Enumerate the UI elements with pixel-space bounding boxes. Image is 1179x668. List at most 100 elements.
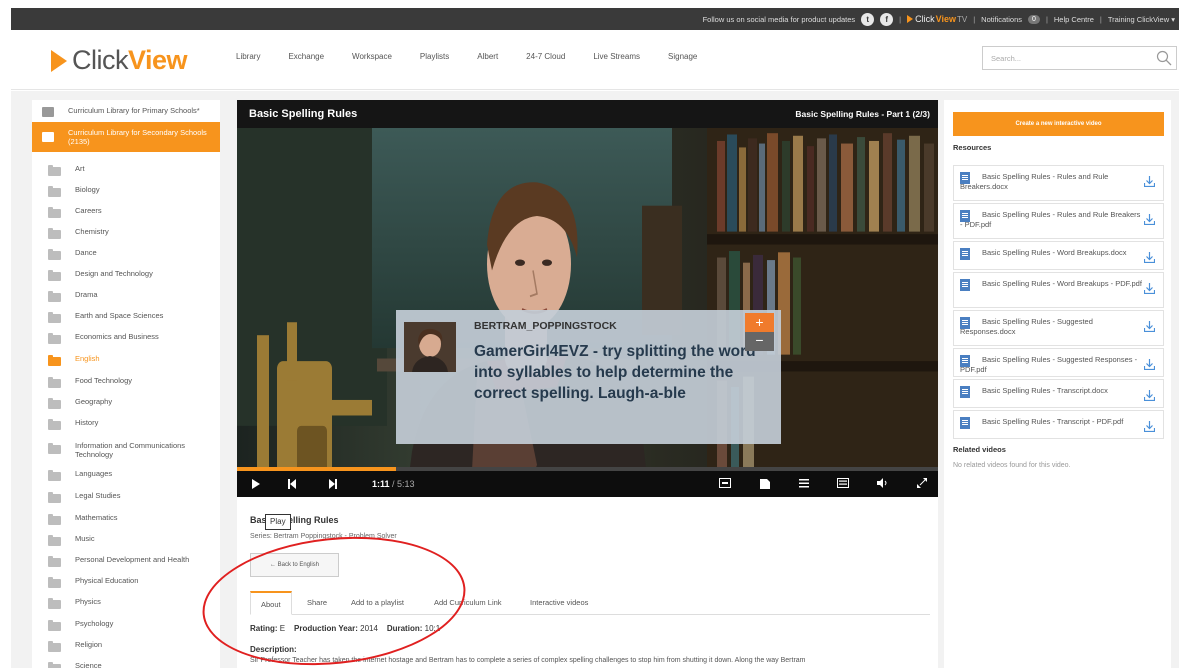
transcript-icon[interactable] (799, 478, 809, 488)
chapters-icon[interactable] (759, 478, 771, 490)
download-icon[interactable] (1144, 390, 1155, 401)
clickview-tv-link[interactable]: Click View TV (907, 14, 967, 24)
nav-workspace[interactable]: Workspace (352, 52, 392, 61)
folder-icon (48, 249, 61, 260)
comment-text: GamerGirl4EVZ - try splitting the word i… (474, 343, 756, 402)
sidebar-item-label: Earth and Space Sciences (75, 311, 164, 320)
fullscreen-icon[interactable] (917, 478, 927, 488)
player-title: Basic Spelling Rules (249, 108, 358, 120)
download-icon[interactable] (1144, 176, 1155, 187)
related-videos-heading: Related videos (953, 445, 1006, 454)
clickview-tv-logo-icon (907, 15, 914, 23)
resource-item[interactable]: Basic Spelling Rules - Word Breakups.doc… (953, 241, 1164, 270)
resource-item[interactable]: Basic Spelling Rules - Suggested Respons… (953, 310, 1164, 346)
folder-icon (48, 165, 61, 176)
previous-icon[interactable] (287, 478, 297, 490)
download-icon[interactable] (1144, 252, 1155, 263)
nav-playlists[interactable]: Playlists (420, 52, 449, 61)
clickview-logo[interactable]: ClickView (51, 45, 188, 76)
tab-interactive-videos[interactable]: Interactive videos (530, 591, 588, 615)
folder-icon (48, 492, 61, 503)
library-sidebar: Curriculum Library for Primary Schools* … (32, 100, 220, 668)
sidebar-item-label: Chemistry (75, 227, 109, 236)
twitter-icon[interactable]: t (861, 12, 875, 26)
nav-library[interactable]: Library (236, 52, 260, 61)
resource-item[interactable]: Basic Spelling Rules - Rules and Rule Br… (953, 165, 1164, 201)
expand-comment-button[interactable]: + (745, 313, 774, 332)
create-interactive-video-button[interactable]: Create a new interactive video (953, 112, 1164, 136)
search-icon[interactable] (1156, 50, 1172, 66)
facebook-icon[interactable]: f (880, 12, 894, 26)
nav-signage[interactable]: Signage (668, 52, 697, 61)
account-menu[interactable]: Training ClickView ▾ (1108, 15, 1175, 24)
resource-name: Basic Spelling Rules - Rules and Rule Br… (960, 172, 1109, 191)
search-input[interactable]: Search... (982, 46, 1177, 70)
folder-icon (48, 398, 61, 409)
next-icon[interactable] (328, 478, 338, 490)
captions-icon[interactable] (719, 478, 731, 488)
main-nav: Library Exchange Workspace Playlists Alb… (236, 52, 725, 61)
sidebar-item-label: Geography (75, 397, 113, 406)
download-icon[interactable] (1144, 421, 1155, 432)
library-secondary[interactable]: Curriculum Library for Secondary Schools… (32, 122, 220, 152)
sidebar-item-label: Music (75, 534, 95, 543)
main-header: ClickView Library Exchange Workspace Pla… (11, 30, 1179, 90)
sidebar-item-label: Art (75, 164, 85, 173)
resource-item[interactable]: Basic Spelling Rules - Word Breakups - P… (953, 272, 1164, 308)
resource-item[interactable]: Basic Spelling Rules - Transcript - PDF.… (953, 410, 1164, 439)
commenter-avatar (404, 322, 456, 372)
resources-heading: Resources (953, 143, 992, 152)
utility-bar: Follow us on social media for product up… (11, 8, 1179, 30)
notifications-link[interactable]: Notifications (981, 15, 1022, 24)
resource-item[interactable]: Basic Spelling Rules - Rules and Rule Br… (953, 203, 1164, 239)
resource-name: Basic Spelling Rules - Word Breakups - P… (982, 279, 1142, 288)
sidebar-item-label: Physical Education (75, 576, 139, 585)
time-display: 1:11 / 5:13 (372, 479, 415, 489)
nav-live-streams[interactable]: Live Streams (593, 52, 640, 61)
folder-icon (48, 207, 61, 218)
interactive-comment-overlay[interactable]: BERTRAM_POPPINGSTOCK GamerGirl4EVZ - try… (396, 310, 781, 444)
sidebar-item-label: Biology (75, 185, 100, 194)
video-title: Basic Spelling Rules (250, 515, 339, 525)
folder-icon (48, 620, 61, 631)
play-icon[interactable] (251, 478, 261, 490)
folder-icon (48, 641, 61, 652)
folder-icon (48, 662, 61, 668)
resource-name: Basic Spelling Rules - Word Breakups.doc… (982, 248, 1127, 257)
video-player[interactable]: Basic Spelling Rules Basic Spelling Rule… (237, 100, 938, 497)
resource-item[interactable]: Basic Spelling Rules - Suggested Respons… (953, 348, 1164, 377)
folder-icon (48, 419, 61, 430)
nav-24-7-cloud[interactable]: 24-7 Cloud (526, 52, 565, 61)
sidebar-item-label: History (75, 418, 99, 427)
sidebar-item-label: Food Technology (75, 376, 132, 385)
download-icon[interactable] (1144, 359, 1155, 370)
resource-name: Basic Spelling Rules - Rules and Rule Br… (960, 210, 1141, 229)
folder-icon (48, 556, 61, 567)
help-centre-link[interactable]: Help Centre (1054, 15, 1094, 24)
download-icon[interactable] (1144, 321, 1155, 332)
download-icon[interactable] (1144, 214, 1155, 225)
follow-text: Follow us on social media for product up… (702, 14, 856, 24)
folder-icon (48, 312, 61, 323)
collapse-comment-button[interactable]: − (745, 332, 774, 351)
sidebar-item-label: Information and Communications Technolog… (75, 441, 186, 459)
resource-item[interactable]: Basic Spelling Rules - Transcript.docx (953, 379, 1164, 408)
nav-albert[interactable]: Albert (477, 52, 498, 61)
resource-name: Basic Spelling Rules - Transcript - PDF.… (982, 417, 1124, 426)
download-icon[interactable] (1144, 283, 1155, 294)
sidebar-item-label: Science (75, 661, 102, 668)
folder-icon (48, 228, 61, 239)
notifications-badge: 0 (1028, 14, 1040, 24)
sidebar-item-label: Personal Development and Health (75, 555, 190, 564)
resource-name: Basic Spelling Rules - Suggested Respons… (960, 355, 1138, 374)
resource-name: Basic Spelling Rules - Suggested Respons… (960, 317, 1093, 336)
library-primary[interactable]: Curriculum Library for Primary Schools* (32, 100, 220, 122)
folder-icon (48, 514, 61, 525)
comment-username: BERTRAM_POPPINGSTOCK (474, 320, 617, 332)
quality-icon[interactable] (837, 478, 849, 488)
sidebar-item-label: Languages (75, 469, 113, 478)
sidebar-item-label: English (75, 354, 100, 363)
volume-icon[interactable] (877, 478, 889, 488)
sidebar-item-label: Dance (75, 248, 97, 257)
nav-exchange[interactable]: Exchange (288, 52, 324, 61)
